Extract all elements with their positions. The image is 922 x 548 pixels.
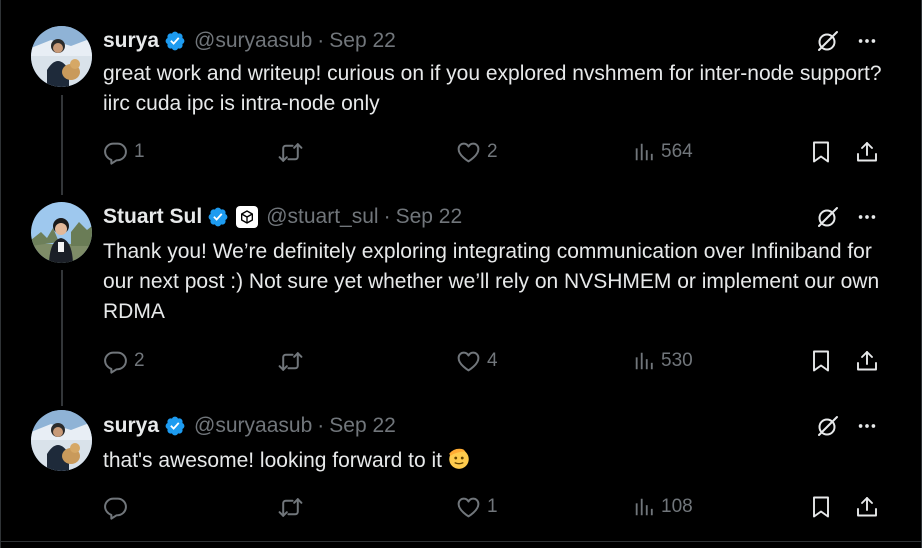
bookmark-button[interactable]: [809, 494, 833, 520]
bookmark-button[interactable]: [809, 139, 833, 165]
grok-icon[interactable]: [815, 28, 841, 54]
more-icon[interactable]: [854, 204, 880, 230]
views-icon: [633, 496, 655, 518]
like-button[interactable]: 2: [456, 139, 498, 165]
repost-button[interactable]: [278, 494, 309, 520]
like-icon: [456, 140, 481, 165]
views-button[interactable]: 530: [633, 348, 693, 374]
share-button[interactable]: [855, 139, 879, 165]
separator: ·: [317, 29, 325, 52]
bookmark-icon: [809, 349, 833, 373]
repost-icon: [278, 495, 303, 520]
reply-button[interactable]: 2: [103, 348, 145, 374]
saluting-face-emoji: [446, 445, 472, 480]
bookmark-icon: [809, 140, 833, 164]
avatar[interactable]: [31, 202, 92, 263]
user-handle[interactable]: @stuart_sul: [266, 205, 378, 229]
tweet[interactable]: surya @suryaasub · Sep 22 that's awesome…: [0, 400, 922, 541]
bookmark-button[interactable]: [809, 348, 833, 374]
reply-count: 1: [134, 141, 145, 162]
share-button[interactable]: [855, 348, 879, 374]
tweet-date[interactable]: Sep 22: [396, 205, 463, 229]
share-icon: [855, 349, 879, 373]
like-count: 4: [487, 350, 498, 371]
tweet-date[interactable]: Sep 22: [329, 414, 396, 438]
views-count: 108: [661, 496, 693, 517]
tweet[interactable]: surya @suryaasub · Sep 22 great work and…: [0, 0, 922, 190]
reply-icon: [103, 349, 128, 374]
like-button[interactable]: 4: [456, 348, 498, 374]
tweet-text: that's awesome! looking forward to it: [103, 449, 443, 472]
tweet-text-container: that's awesome! looking forward to it: [103, 445, 893, 480]
grok-icon[interactable]: [815, 413, 841, 439]
tweet[interactable]: Stuart Sul @stuart_sul · Sep 22 Thank yo…: [0, 190, 922, 400]
reply-icon: [103, 495, 128, 520]
repost-button[interactable]: [278, 348, 309, 374]
display-name[interactable]: Stuart Sul: [103, 205, 202, 229]
views-icon: [633, 141, 655, 163]
reply-icon: [103, 140, 128, 165]
verified-badge-icon[interactable]: [164, 415, 186, 437]
tweet-header: surya @suryaasub · Sep 22: [103, 412, 396, 440]
verified-badge-icon[interactable]: [164, 30, 186, 52]
share-icon: [855, 140, 879, 164]
reply-button[interactable]: 1: [103, 139, 145, 165]
share-button[interactable]: [855, 494, 879, 520]
action-bar: 1 2 564: [103, 139, 883, 165]
separator: ·: [383, 205, 391, 228]
action-bar: 1 108: [103, 494, 883, 520]
reply-button[interactable]: [103, 494, 134, 520]
user-handle[interactable]: @suryaasub: [194, 414, 312, 438]
affiliation-badge-icon[interactable]: [236, 206, 259, 228]
more-icon[interactable]: [854, 28, 880, 54]
like-count: 2: [487, 141, 498, 162]
tweet-date[interactable]: Sep 22: [329, 29, 396, 53]
avatar[interactable]: [31, 26, 92, 87]
tweet-header: Stuart Sul @stuart_sul · Sep 22: [103, 203, 462, 231]
views-button[interactable]: 564: [633, 139, 693, 165]
repost-button[interactable]: [278, 139, 309, 165]
tweet-header: surya @suryaasub · Sep 22: [103, 27, 396, 55]
bookmark-icon: [809, 495, 833, 519]
repost-icon: [278, 349, 303, 374]
views-button[interactable]: 108: [633, 494, 693, 520]
like-count: 1: [487, 496, 498, 517]
like-icon: [456, 349, 481, 374]
display-name[interactable]: surya: [103, 29, 159, 53]
reply-count: 2: [134, 350, 145, 371]
separator: ·: [317, 414, 325, 437]
grok-icon[interactable]: [815, 204, 841, 230]
share-icon: [855, 495, 879, 519]
verified-badge-icon[interactable]: [207, 206, 229, 228]
like-button[interactable]: 1: [456, 494, 498, 520]
frame-bottom-border: [0, 541, 922, 542]
views-icon: [633, 350, 655, 372]
views-count: 530: [661, 350, 693, 371]
repost-icon: [278, 140, 303, 165]
more-icon[interactable]: [854, 413, 880, 439]
avatar[interactable]: [31, 410, 92, 471]
views-count: 564: [661, 141, 693, 162]
like-icon: [456, 495, 481, 520]
display-name[interactable]: surya: [103, 414, 159, 438]
tweet-text: Thank you! We’re definitely exploring in…: [103, 240, 880, 323]
tweet-text: great work and writeup! curious on if yo…: [103, 62, 882, 115]
action-bar: 2 4 530: [103, 348, 883, 374]
user-handle[interactable]: @suryaasub: [194, 29, 312, 53]
